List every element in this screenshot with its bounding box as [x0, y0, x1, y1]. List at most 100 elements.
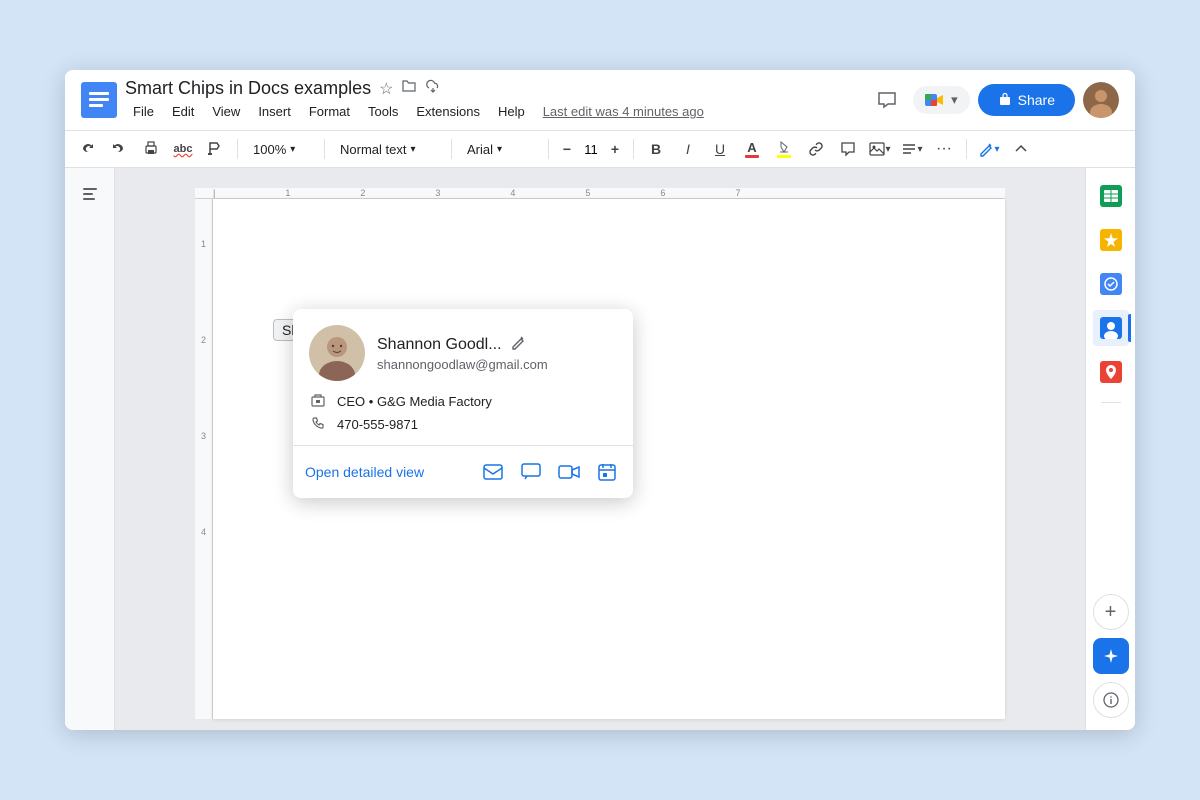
- user-avatar[interactable]: [1083, 82, 1119, 118]
- align-button[interactable]: ▾: [898, 135, 926, 163]
- font-chevron-icon: ▾: [497, 144, 502, 155]
- video-action-icon[interactable]: [555, 458, 583, 486]
- share-button[interactable]: Share: [978, 84, 1075, 116]
- sidebar-left: [65, 168, 115, 730]
- redo-button[interactable]: [105, 135, 133, 163]
- popup-avatar: [309, 325, 365, 381]
- menu-file[interactable]: File: [125, 101, 162, 122]
- font-value: Arial: [467, 142, 493, 157]
- print-button[interactable]: [137, 135, 165, 163]
- popup-details: CEO • G&G Media Factory 470-555-9871: [293, 389, 633, 445]
- edit-mode-button[interactable]: ▾: [975, 135, 1003, 163]
- popup-company-row: CEO • G&G Media Factory: [309, 393, 617, 410]
- last-edit-status[interactable]: Last edit was 4 minutes ago: [543, 104, 704, 119]
- sidebar-sheets-icon[interactable]: [1093, 178, 1129, 214]
- toolbar-divider-5: [633, 139, 634, 159]
- popup-actions: Open detailed view: [293, 450, 633, 498]
- star-icon[interactable]: ☆: [379, 79, 393, 99]
- more-options-button[interactable]: ···: [930, 135, 958, 163]
- header-actions: ▾ Share: [869, 82, 1119, 118]
- sidebar-bottom: +: [1093, 594, 1129, 730]
- header: Smart Chips in Docs examples ☆ File Edit: [65, 70, 1135, 131]
- info-button[interactable]: [1093, 682, 1129, 718]
- menu-tools[interactable]: Tools: [360, 101, 406, 122]
- decrease-font-size-button[interactable]: −: [557, 139, 577, 159]
- sidebar-maps-icon[interactable]: [1093, 354, 1129, 390]
- doc-title[interactable]: Smart Chips in Docs examples: [125, 78, 371, 99]
- font-color-button[interactable]: A: [738, 135, 766, 163]
- spellcheck-button[interactable]: abc: [169, 135, 197, 163]
- document-page: Shannon Goodlaw: [213, 199, 1005, 719]
- menu-help[interactable]: Help: [490, 101, 533, 122]
- zoom-select[interactable]: 100% ▾: [246, 135, 316, 163]
- gemini-ai-button[interactable]: [1093, 638, 1129, 674]
- email-action-icon[interactable]: [479, 458, 507, 486]
- popup-contact-info: Shannon Goodl... shannongoodlaw@gmail.co…: [377, 334, 617, 372]
- menu-format[interactable]: Format: [301, 101, 358, 122]
- doc-with-ruler: 1 2 3 4 Shannon Goodlaw: [195, 199, 1005, 719]
- calendar-action-icon[interactable]: [593, 458, 621, 486]
- toolbar-divider-4: [548, 139, 549, 159]
- popup-name-text: Shannon Goodl...: [377, 336, 502, 354]
- popup-email-text: shannongoodlaw@gmail.com: [377, 357, 617, 372]
- style-value: Normal text: [340, 142, 406, 157]
- toolbar-divider-2: [324, 139, 325, 159]
- toolbar-divider-1: [237, 139, 238, 159]
- zoom-chevron-icon: ▾: [290, 144, 295, 155]
- outline-icon[interactable]: [76, 180, 104, 208]
- company-icon: [309, 393, 327, 410]
- docs-logo[interactable]: [81, 82, 117, 118]
- image-button[interactable]: ▾: [866, 135, 894, 163]
- font-color-indicator: A: [745, 140, 759, 158]
- ruler-marks: | 1 2 3 4 5 6 7: [195, 188, 1005, 198]
- edit-contact-icon[interactable]: [510, 334, 526, 355]
- sidebar-keep-icon[interactable]: [1093, 222, 1129, 258]
- ruler-top: | 1 2 3 4 5 6 7: [195, 188, 1005, 199]
- increase-font-size-button[interactable]: +: [605, 139, 625, 159]
- menu-extensions[interactable]: Extensions: [408, 101, 488, 122]
- paint-format-button[interactable]: [201, 135, 229, 163]
- popup-company-text: CEO • G&G Media Factory: [337, 394, 492, 409]
- comment-button[interactable]: [869, 82, 905, 118]
- underline-button[interactable]: U: [706, 135, 734, 163]
- style-select[interactable]: Normal text ▾: [333, 135, 443, 163]
- ruler-left: 1 2 3 4: [195, 199, 213, 719]
- link-button[interactable]: [802, 135, 830, 163]
- zoom-value: 100%: [253, 142, 286, 157]
- sidebar-contacts-icon[interactable]: [1093, 310, 1129, 346]
- header-menu: File Edit View Insert Format Tools Exten…: [125, 101, 861, 122]
- comment-toolbar-button[interactable]: [834, 135, 862, 163]
- chat-action-icon[interactable]: [517, 458, 545, 486]
- phone-icon: [309, 416, 327, 433]
- ruler-num-1: 1: [201, 239, 206, 335]
- ruler-num-4: 4: [201, 527, 206, 623]
- add-more-button[interactable]: +: [1093, 594, 1129, 630]
- popup-action-icons: [479, 458, 621, 486]
- toolbar-divider-6: [966, 139, 967, 159]
- move-to-folder-icon[interactable]: [401, 78, 417, 99]
- italic-button[interactable]: I: [674, 135, 702, 163]
- main-area: | 1 2 3 4 5 6 7 1 2 3 4: [65, 168, 1135, 730]
- font-size-value[interactable]: 11: [579, 142, 603, 157]
- sidebar-right: +: [1085, 168, 1135, 730]
- popup-header: Shannon Goodl... shannongoodlaw@gmail.co…: [293, 309, 633, 389]
- collapse-toolbar-button[interactable]: [1007, 135, 1035, 163]
- popup-phone-row: 470-555-9871: [309, 416, 617, 433]
- sidebar-tasks-icon[interactable]: [1093, 266, 1129, 302]
- bold-button[interactable]: B: [642, 135, 670, 163]
- meet-button[interactable]: ▾: [913, 86, 970, 114]
- doc-area: | 1 2 3 4 5 6 7 1 2 3 4: [115, 168, 1085, 730]
- popup-contact-name: Shannon Goodl...: [377, 334, 617, 355]
- menu-edit[interactable]: Edit: [164, 101, 202, 122]
- menu-insert[interactable]: Insert: [250, 101, 299, 122]
- toolbar: abc 100% ▾ Normal text ▾ Arial ▾ − 11 + …: [65, 131, 1135, 168]
- highlight-color-button[interactable]: [770, 135, 798, 163]
- font-select[interactable]: Arial ▾: [460, 135, 540, 163]
- font-size-area: − 11 +: [557, 139, 625, 159]
- toolbar-divider-3: [451, 139, 452, 159]
- menu-view[interactable]: View: [204, 101, 248, 122]
- open-detailed-view-link[interactable]: Open detailed view: [305, 464, 467, 480]
- cloud-save-icon[interactable]: [425, 78, 441, 99]
- header-top: Smart Chips in Docs examples ☆: [125, 78, 861, 99]
- undo-button[interactable]: [73, 135, 101, 163]
